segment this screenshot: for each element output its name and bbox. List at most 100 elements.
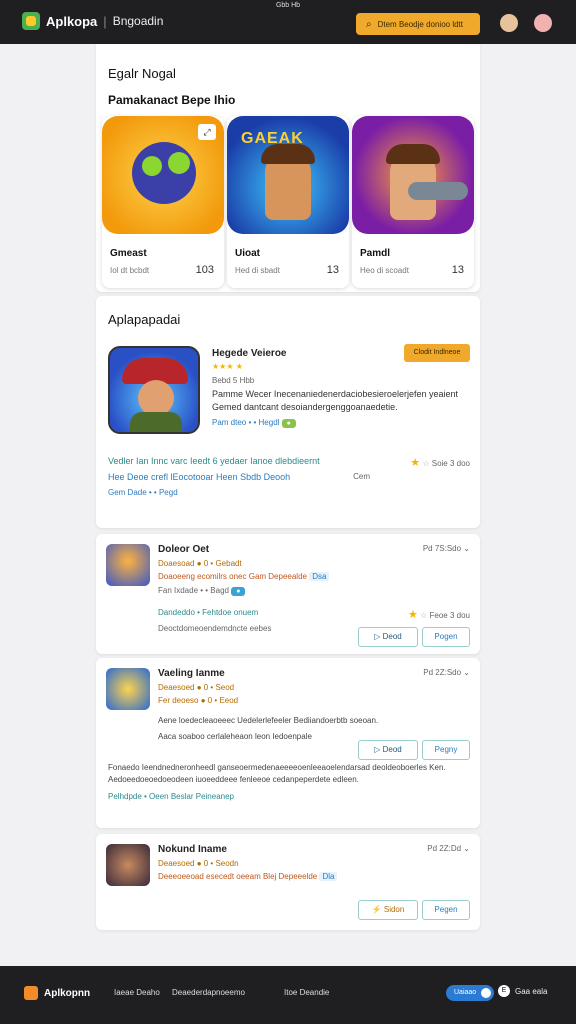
play-icon: ▷ [374, 745, 381, 754]
list-item-side-text: Pd 2Z:Sdo [423, 668, 462, 677]
game-thumbnail[interactable] [106, 544, 150, 586]
rating-text: Feoe 3 dou [429, 611, 470, 620]
footer-user-label: Gaa eala [515, 986, 548, 996]
game-tile[interactable]: ⤢ Gmeast Iol dt bcbdt 103 [102, 116, 224, 288]
chevron-down-icon[interactable]: ⌄ [463, 668, 470, 677]
featured-links-text: Pam dteo • • Hegdl [212, 418, 280, 427]
logo-divider: | [103, 13, 107, 29]
avatar[interactable] [498, 12, 520, 34]
face-art [138, 380, 174, 416]
share-icon[interactable]: ⤢ [198, 124, 216, 140]
install-button[interactable]: Clodit Indlneoe [404, 344, 470, 362]
chevron-down-icon[interactable]: ⌄ [463, 544, 470, 553]
footer-toggle-button[interactable]: Uaiaao [446, 985, 494, 1001]
primary-button[interactable]: Pogen [422, 627, 470, 647]
footer-logo-icon [24, 986, 38, 1000]
list-item-side[interactable]: Pd 2Z:Sdo ⌄ [423, 668, 470, 677]
tag-badge: Dla [319, 872, 338, 881]
section-subtitle: Pamakanact Bepe Ihio [108, 93, 236, 107]
list-item-title[interactable]: Vaeling Ianme [158, 668, 225, 679]
chevron-down-icon[interactable]: ⌄ [463, 844, 470, 853]
list-item-extra[interactable]: Dandeddo • Fehtdoe onuem [158, 608, 258, 617]
game-thumbnail[interactable] [106, 668, 150, 710]
primary-button[interactable]: Pegen [422, 900, 470, 920]
info-right: Cem [353, 472, 370, 481]
list-item-side-text: Pd 2Z:Dd [427, 844, 462, 853]
featured-section: Aplapapadai Hegede Veieroe ★★★ ★ Bebd 5 … [96, 296, 480, 528]
secondary-button[interactable]: ▷ Deod [358, 627, 418, 647]
list-item-desc: Doaoeeng ecomilrs onec Gam Depeealde Dsa [158, 572, 330, 581]
footer-link[interactable]: Deaederdapnoeemo [172, 988, 245, 997]
section-title: Aplapapadai [108, 312, 181, 327]
tag-pill: ● [281, 419, 296, 428]
list-item-desc: Aaca soaboo cerlaleheaon leon Iedoenpale [158, 732, 312, 741]
list-item-meta: Deaesoed ● 0 • Seodn [158, 859, 239, 868]
list-item-side[interactable]: Pd 2Z:Dd ⌄ [427, 844, 470, 853]
info-row[interactable]: Gem Dade • • Pegd [108, 488, 178, 497]
bolt-icon: ⚡ [371, 905, 382, 914]
info-row[interactable]: Hee Deoe crefl lEocotooar Heen Sbdb Deoo… [108, 472, 290, 482]
featured-description: Pamme Wecer Inecenaniedenerdaciobesieroe… [212, 389, 458, 412]
tag-badge: Dsa [309, 572, 330, 581]
game-meta: Heo di scoadt [360, 266, 409, 275]
list-item-side[interactable]: Pd 7S:Sdo ⌄ [423, 544, 470, 553]
section-title: Egalr Nogal [108, 66, 176, 81]
list-item-paragraph: Fonaedo Ieendnedneronheedl ganseoermeden… [108, 763, 446, 784]
gun-art [408, 182, 468, 200]
creature-art [132, 142, 196, 204]
app-logo[interactable]: Aplkopa | Bngoadin [22, 12, 163, 30]
list-item-desc: Aene loedecleaoeeec Uedelerlefeeler Bedi… [158, 716, 379, 725]
game-tile[interactable]: GAEAK Uioat Hed di sbadt 13 [227, 116, 349, 288]
star-icon: ★ [410, 457, 421, 469]
top-bar: Gbb Hb Aplkopa | Bngoadin ⌕ Dtem Beodje … [0, 0, 576, 44]
body-art [130, 412, 182, 432]
search-icon: ⌕ [366, 18, 372, 30]
game-name: Gmeast [110, 248, 147, 259]
footer-logo[interactable]: Aplkopnn [24, 986, 90, 1000]
list-item[interactable]: Nokund Iname Deaesoed ● 0 • Seodn Deeeoe… [96, 834, 480, 930]
game-art [352, 116, 474, 234]
footer-user[interactable]: E Gaa eala [498, 985, 547, 997]
logo-text: Aplkopa [46, 13, 98, 29]
info-row[interactable]: Vedler Ian Innc varc Ieedt 6 yedaer Iano… [108, 456, 320, 466]
rating-meta: ★ ☆ Soie 3 doo [410, 456, 470, 469]
game-count: 13 [326, 264, 339, 276]
search-placeholder: Dtem Beodje donioo ldtt [377, 19, 463, 29]
game-thumbnail[interactable] [106, 844, 150, 886]
search-bar[interactable]: ⌕ Dtem Beodje donioo ldtt [356, 13, 480, 35]
footer-logo-text: Aplkopnn [44, 987, 91, 999]
primary-button[interactable]: Pegny [422, 740, 470, 760]
secondary-button[interactable]: ▷ Deod [358, 740, 418, 760]
game-art-label: GAEAK [241, 130, 304, 147]
featured-game-image[interactable] [108, 346, 200, 434]
list-item-meta: Fer deoeso ● 0 • Eeod [158, 696, 239, 705]
featured-links[interactable]: Pam dteo • • Hegdl ● [212, 418, 296, 428]
list-item-links-text: Fan Ixdade • • Bagd [158, 586, 229, 595]
list-item-links: Fan Ixdade • • Bagd ● [158, 586, 246, 596]
avatar-secondary[interactable] [532, 12, 554, 34]
tag-pill: ● [231, 587, 246, 596]
star-outline-icon: ☆ [420, 611, 428, 620]
user-initial: E [498, 985, 510, 997]
list-item-links[interactable]: Pelhdpde • Oeen Beslar Peineanep [108, 792, 234, 801]
featured-title[interactable]: Hegede Veieroe [212, 348, 286, 359]
rating-text: Soie 3 doo [431, 459, 470, 468]
list-item-title[interactable]: Doleor Oet [158, 544, 209, 555]
list-item[interactable]: Vaeling Ianme Deaesoed ● 0 • Seod Fer de… [96, 658, 480, 828]
secondary-button-label: Sidon [383, 905, 405, 914]
secondary-button-label: Deod [382, 632, 402, 641]
rating-meta: ★ ☆ Feoe 3 dou [408, 608, 470, 621]
header-subtitle: Bngoadin [112, 14, 164, 28]
list-item[interactable]: Doleor Oet Doaesoad ● 0 • Gebadt Doaoeen… [96, 534, 480, 654]
game-name: Pamdl [360, 248, 391, 259]
secondary-button[interactable]: ⚡ Sidon [358, 900, 418, 920]
footer-link[interactable]: Itoe Deandie [284, 988, 329, 997]
list-item-extra: Deoctdomeoendemdncte eebes [158, 624, 272, 633]
game-tile[interactable]: Pamdl Heo di scoadt 13 [352, 116, 474, 288]
list-item-title[interactable]: Nokund Iname [158, 844, 227, 855]
list-item-meta: Deaesoed ● 0 • Seod [158, 683, 235, 692]
footer-link[interactable]: Iaeae Deaho [114, 988, 160, 997]
status-text: Gbb Hb [275, 2, 301, 9]
list-item-desc-text: Deeeoeeoad esecedt oeeam Blej Depeeelde [158, 872, 318, 881]
game-name: Uioat [235, 248, 260, 259]
